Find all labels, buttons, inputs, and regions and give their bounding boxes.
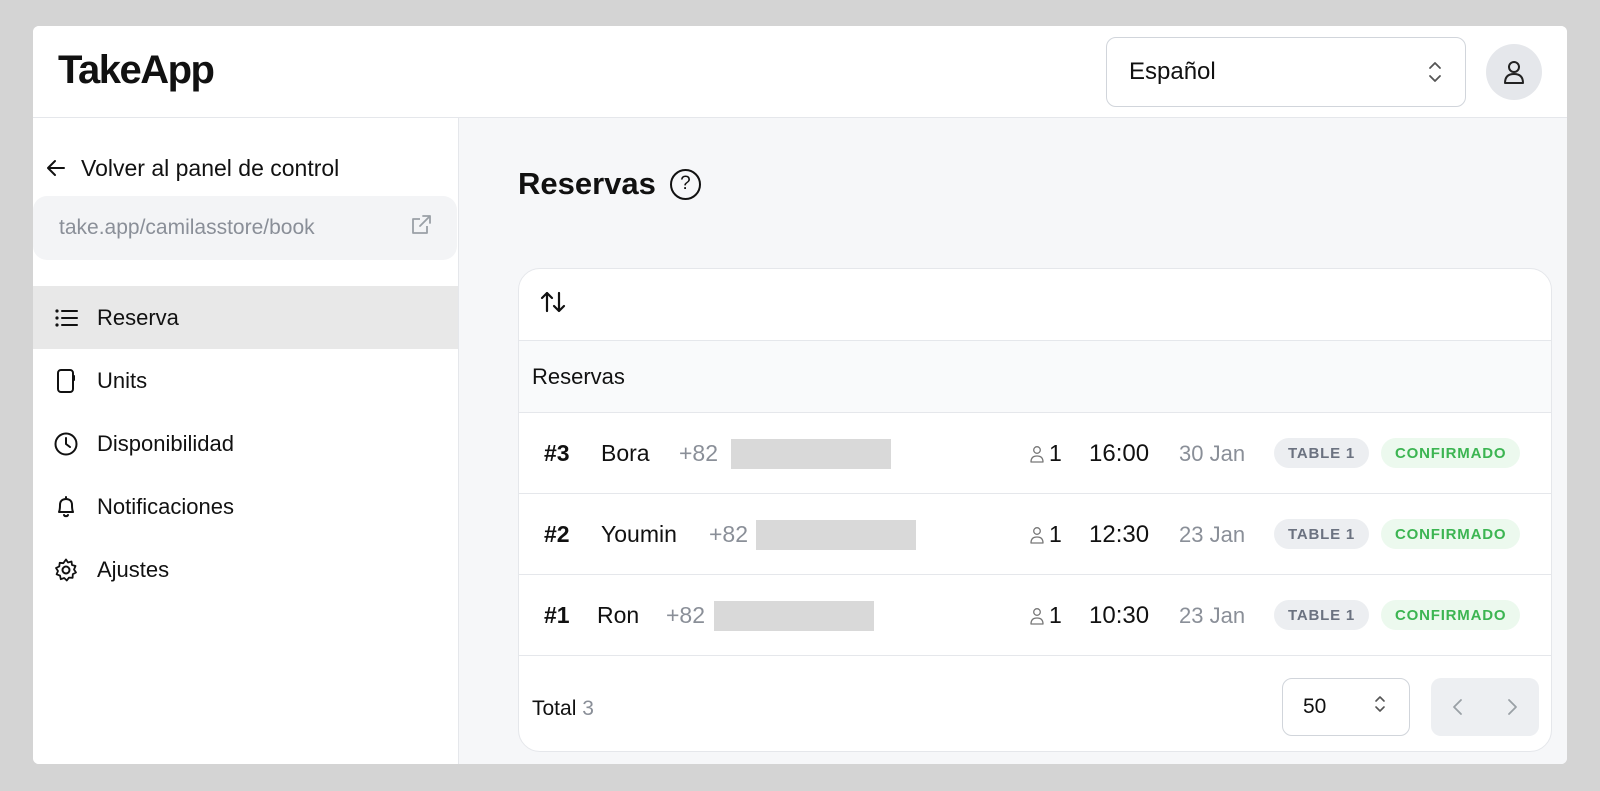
sidebar-item-label: Ajustes [97, 556, 170, 582]
redacted-phone-block [731, 439, 891, 469]
store-url-box: take.app/camilasstore/book [33, 196, 457, 260]
app-logo: TakeApp [58, 48, 215, 92]
pagination [1431, 678, 1539, 736]
status-badge: CONFIRMADO [1381, 519, 1521, 549]
table-badge: TABLE 1 [1274, 519, 1369, 549]
sidebar-item-ajustes[interactable]: Ajustes [33, 538, 458, 601]
reservation-phone: +82 [679, 440, 719, 466]
sidebar-item-label: Notificaciones [97, 493, 234, 519]
reservations-card: Reservas #3 Bora +82 1 16:00 30 Jan TABL… [518, 268, 1552, 752]
reservation-guests: 1 [1029, 494, 1062, 575]
total-count: Total 3 [532, 697, 594, 721]
reservation-name: Bora [601, 440, 650, 466]
reservation-number: #2 [544, 521, 570, 547]
next-page-button[interactable] [1485, 678, 1539, 736]
reservation-time: 16:00 [1089, 439, 1150, 467]
redacted-phone-block [756, 520, 916, 550]
back-link-label: Volver al panel de control [81, 154, 340, 181]
main-content: Reservas ? Reservas #3 Bora +82 1 16:00 [459, 118, 1567, 764]
top-header: TakeApp Español [33, 26, 1567, 118]
sidebar-item-label: Units [97, 367, 148, 393]
help-icon[interactable]: ? [669, 168, 701, 200]
chevron-up-down-icon [1427, 59, 1443, 85]
page-size-value: 50 [1303, 695, 1327, 718]
reservation-guests: 1 [1029, 575, 1062, 656]
reservation-name: Ron [597, 602, 640, 628]
reservation-name: Youmin [601, 521, 677, 547]
sidebar-item-disponibilidad[interactable]: Disponibilidad [33, 412, 458, 475]
total-value: 3 [582, 696, 594, 720]
store-url-text: take.app/camilasstore/book [59, 216, 315, 239]
page-title: Reservas ? [518, 166, 701, 202]
device-icon [53, 368, 79, 394]
user-icon [1504, 61, 1524, 84]
sidebar-item-units[interactable]: Units [33, 349, 458, 412]
external-link-icon[interactable] [409, 213, 433, 243]
reservation-row[interactable]: #3 Bora +82 1 16:00 30 Jan TABLE 1 CONFI… [519, 413, 1551, 494]
clock-icon [53, 431, 79, 457]
reservation-row[interactable]: #2 Youmin +82 1 12:30 23 Jan TABLE 1 CON… [519, 494, 1551, 575]
reservation-number: #3 [544, 440, 570, 466]
previous-page-button[interactable] [1431, 678, 1485, 736]
sidebar-item-reserva[interactable]: Reserva [33, 286, 458, 349]
person-icon [1030, 445, 1044, 463]
sidebar: Volver al panel de control take.app/cami… [33, 118, 459, 764]
reservation-time: 12:30 [1089, 520, 1150, 548]
reservation-phone: +82 [709, 521, 749, 547]
chevron-left-icon [1453, 699, 1462, 715]
arrow-left-icon [47, 160, 65, 176]
sidebar-item-label: Reserva [97, 304, 179, 330]
sidebar-nav: Reserva Units Disponibilidad Notificacio… [33, 286, 458, 601]
reservation-time: 10:30 [1089, 601, 1150, 629]
reservation-phone: +82 [666, 602, 706, 628]
status-badge: CONFIRMADO [1381, 600, 1521, 630]
sidebar-item-label: Disponibilidad [97, 430, 234, 456]
back-to-dashboard-link[interactable]: Volver al panel de control [45, 148, 339, 188]
total-label: Total [532, 696, 577, 720]
table-badge: TABLE 1 [1274, 438, 1369, 468]
bell-icon [53, 494, 79, 520]
person-icon [1030, 607, 1044, 625]
reservation-date: 23 Jan [1179, 602, 1246, 628]
list-icon [53, 305, 79, 331]
chevron-right-icon [1508, 699, 1517, 715]
reservation-date: 30 Jan [1179, 440, 1246, 466]
redacted-phone-block [714, 601, 874, 631]
reservation-row[interactable]: #1 Ron +82 1 10:30 23 Jan TABLE 1 CONFIR… [519, 575, 1551, 656]
guest-count: 1 [1049, 602, 1062, 628]
page-size-select[interactable]: 50 [1282, 678, 1410, 736]
language-select-value: Español [1129, 58, 1216, 85]
chevron-up-down-icon [1373, 692, 1387, 722]
sort-icon[interactable] [539, 288, 567, 321]
status-badge: CONFIRMADO [1381, 438, 1521, 468]
reservation-date: 23 Jan [1179, 521, 1246, 547]
person-icon [1030, 526, 1044, 544]
guest-count: 1 [1049, 521, 1062, 547]
reservation-number: #1 [544, 602, 570, 628]
table-footer: Total 3 50 [519, 666, 1551, 751]
page-title-text: Reservas [518, 166, 656, 201]
gear-icon [53, 557, 79, 583]
language-select[interactable]: Español [1106, 37, 1466, 107]
sidebar-item-notificaciones[interactable]: Notificaciones [33, 475, 458, 538]
reservation-guests: 1 [1029, 413, 1062, 494]
app-window: TakeApp Español Volver al panel de contr… [33, 26, 1567, 764]
user-avatar-button[interactable] [1486, 44, 1542, 100]
card-toolbar [519, 269, 1551, 341]
reservations-section-header: Reservas [519, 341, 1551, 413]
guest-count: 1 [1049, 440, 1062, 466]
table-badge: TABLE 1 [1274, 600, 1369, 630]
